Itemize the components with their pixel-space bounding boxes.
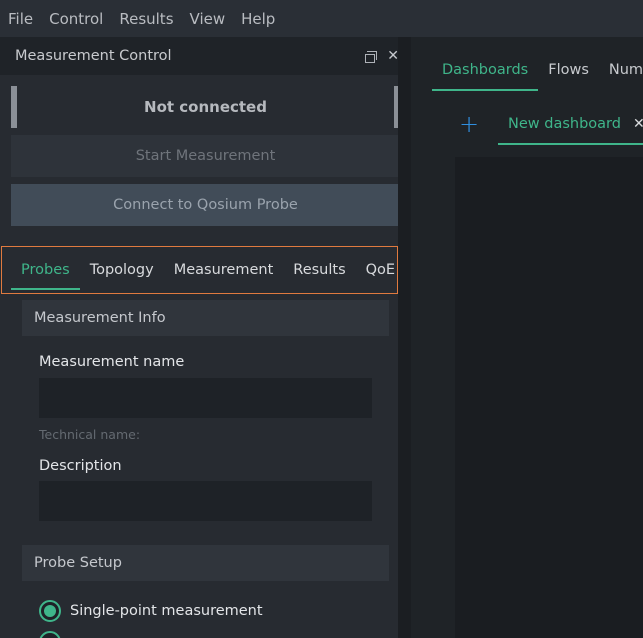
second-probe-option[interactable] <box>39 631 61 638</box>
control-tabs: Probes Topology Measurement Results QoE <box>1 246 398 294</box>
single-point-option[interactable]: Single-point measurement <box>39 600 263 622</box>
results-area: Dashboards Flows Numeric + New dashboard… <box>411 37 643 638</box>
description-label: Description <box>39 458 122 474</box>
probe-setup-header[interactable]: Probe Setup <box>22 545 389 581</box>
tab-measurement[interactable]: Measurement <box>164 248 284 292</box>
panel-title: Measurement Control <box>15 48 172 64</box>
measurement-info-header[interactable]: Measurement Info <box>22 300 389 336</box>
menu-control[interactable]: Control <box>49 10 103 28</box>
start-measurement-button[interactable]: Start Measurement <box>11 135 400 177</box>
panel-splitter[interactable] <box>398 37 411 638</box>
tab-dashboards[interactable]: Dashboards <box>432 49 539 91</box>
tab-results[interactable]: Results <box>283 248 355 292</box>
dashboard-tab-label: New dashboard <box>508 116 621 132</box>
measurement-name-input[interactable] <box>39 378 372 418</box>
second-option-radio-icon[interactable] <box>39 631 61 638</box>
tab-numeric[interactable]: Numeric <box>599 49 643 91</box>
probes-tab-content[interactable]: Measurement Info Measurement name Techni… <box>0 294 398 638</box>
technical-name-hint: Technical name: <box>39 427 141 442</box>
tab-topology[interactable]: Topology <box>80 248 164 292</box>
menu-results[interactable]: Results <box>119 10 173 28</box>
float-panel-icon[interactable] <box>365 50 378 63</box>
measurement-control-panel: Measurement Control ✕ Not connected Star… <box>0 37 411 638</box>
single-point-radio-icon[interactable] <box>39 600 61 622</box>
single-point-label: Single-point measurement <box>70 603 263 619</box>
connection-status: Not connected <box>11 86 400 128</box>
tab-probes[interactable]: Probes <box>11 248 80 292</box>
connect-probe-button[interactable]: Connect to Qosium Probe <box>11 184 400 226</box>
description-input[interactable] <box>39 481 372 521</box>
menu-bar: File Control Results View Help <box>0 0 643 37</box>
dashboard-canvas[interactable] <box>455 157 643 638</box>
tab-flows[interactable]: Flows <box>538 49 599 91</box>
connection-status-text: Not connected <box>144 98 267 116</box>
measurement-name-label: Measurement name <box>39 354 185 370</box>
panel-header-icons: ✕ <box>365 37 399 75</box>
panel-header: Measurement Control ✕ <box>0 37 411 75</box>
menu-file[interactable]: File <box>8 10 33 28</box>
view-tabs: Dashboards Flows Numeric <box>432 49 643 91</box>
menu-help[interactable]: Help <box>241 10 275 28</box>
dashboard-tabs: + New dashboard ✕ <box>411 103 643 145</box>
add-dashboard-icon[interactable]: + <box>458 112 480 136</box>
status-bar-left <box>11 86 17 128</box>
close-dashboard-icon[interactable]: ✕ <box>633 116 643 132</box>
menu-view[interactable]: View <box>190 10 226 28</box>
dashboard-tab-new[interactable]: New dashboard ✕ <box>498 103 643 145</box>
